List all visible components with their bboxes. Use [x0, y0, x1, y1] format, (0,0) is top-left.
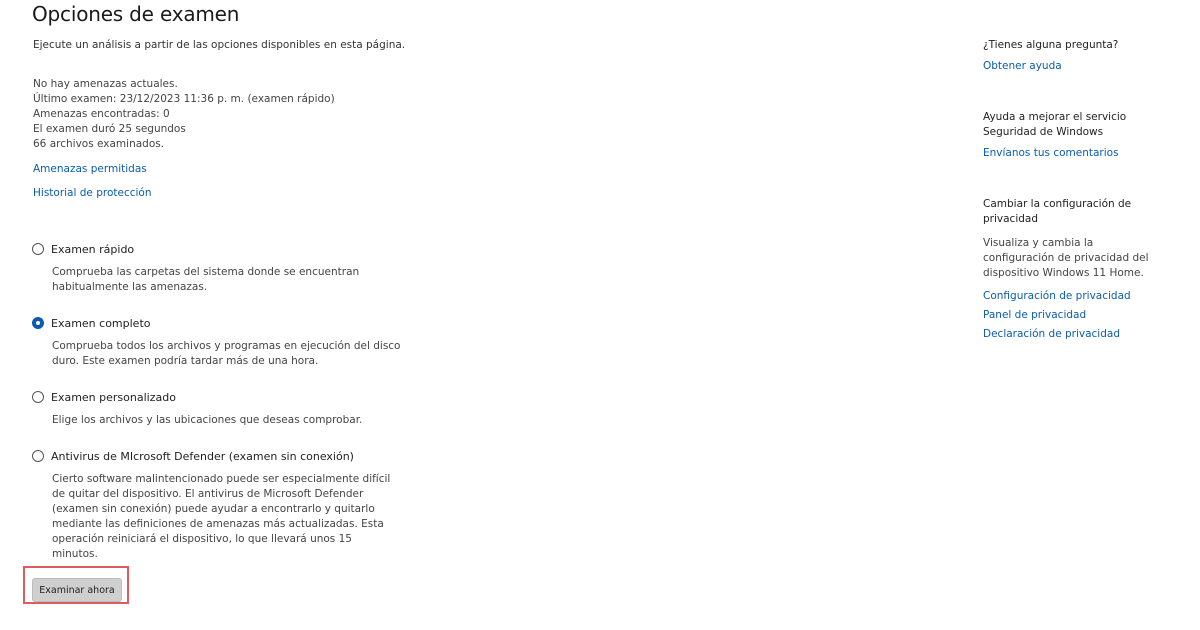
- option-label: Examen personalizado: [51, 390, 176, 404]
- status-line-threats-found: Amenazas encontradas: 0: [33, 108, 170, 120]
- send-feedback-link[interactable]: Envíanos tus comentarios: [983, 147, 1183, 159]
- option-label: Examen rápido: [51, 242, 135, 256]
- radio-full-scan[interactable]: [32, 317, 44, 329]
- radio-offline-scan[interactable]: [32, 450, 44, 462]
- scan-option-full[interactable]: Examen completo Comprueba todos los arch…: [32, 314, 402, 369]
- privacy-section: Cambiar la configuración de privacidad V…: [983, 197, 1183, 340]
- privacy-text: Visualiza y cambia la configuración de p…: [983, 237, 1149, 279]
- radio-quick-scan[interactable]: [32, 243, 44, 255]
- scan-options-page: Opciones de examen Ejecute un análisis a…: [0, 0, 1200, 630]
- option-description: Comprueba las carpetas del sistema donde…: [52, 266, 360, 293]
- option-description: Cierto software malintencionado puede se…: [52, 473, 391, 560]
- help-section: ¿Tienes alguna pregunta? Obtener ayuda: [983, 38, 1183, 72]
- allowed-threats-link[interactable]: Amenazas permitidas: [33, 163, 147, 175]
- protection-history-link[interactable]: Historial de protección: [33, 187, 152, 199]
- status-line-files-scanned: 66 archivos examinados.: [33, 138, 165, 150]
- status-line-last-scan: Último examen: 23/12/2023 11:36 p. m. (e…: [33, 93, 335, 105]
- privacy-heading: Cambiar la configuración de privacidad: [983, 198, 1132, 225]
- status-line-duration: El examen duró 25 segundos: [33, 123, 186, 135]
- privacy-settings-link[interactable]: Configuración de privacidad: [983, 290, 1183, 302]
- option-label: Antivirus de MIcrosoft Defender (examen …: [51, 449, 354, 463]
- privacy-statement-link[interactable]: Declaración de privacidad: [983, 328, 1183, 340]
- scan-status: No hay amenazas actuales. Último examen:…: [33, 77, 335, 152]
- page-title: Opciones de examen: [32, 2, 240, 26]
- option-description: Elige los archivos y las ubicaciones que…: [52, 414, 363, 426]
- feedback-heading: Ayuda a mejorar el servicio Seguridad de…: [983, 111, 1127, 138]
- option-description: Comprueba todos los archivos y programas…: [52, 340, 401, 367]
- page-subtitle: Ejecute un análisis a partir de las opci…: [33, 39, 406, 51]
- radio-custom-scan[interactable]: [32, 391, 44, 403]
- help-heading: ¿Tienes alguna pregunta?: [983, 39, 1119, 51]
- scan-option-custom[interactable]: Examen personalizado Elige los archivos …: [32, 388, 402, 428]
- scan-option-quick[interactable]: Examen rápido Comprueba las carpetas del…: [32, 240, 402, 295]
- feedback-section: Ayuda a mejorar el servicio Seguridad de…: [983, 110, 1183, 159]
- scan-now-button[interactable]: Examinar ahora: [32, 578, 122, 602]
- privacy-dashboard-link[interactable]: Panel de privacidad: [983, 309, 1183, 321]
- get-help-link[interactable]: Obtener ayuda: [983, 60, 1183, 72]
- option-label: Examen completo: [51, 316, 151, 330]
- status-line-threats: No hay amenazas actuales.: [33, 78, 178, 90]
- scan-option-offline[interactable]: Antivirus de MIcrosoft Defender (examen …: [32, 447, 397, 562]
